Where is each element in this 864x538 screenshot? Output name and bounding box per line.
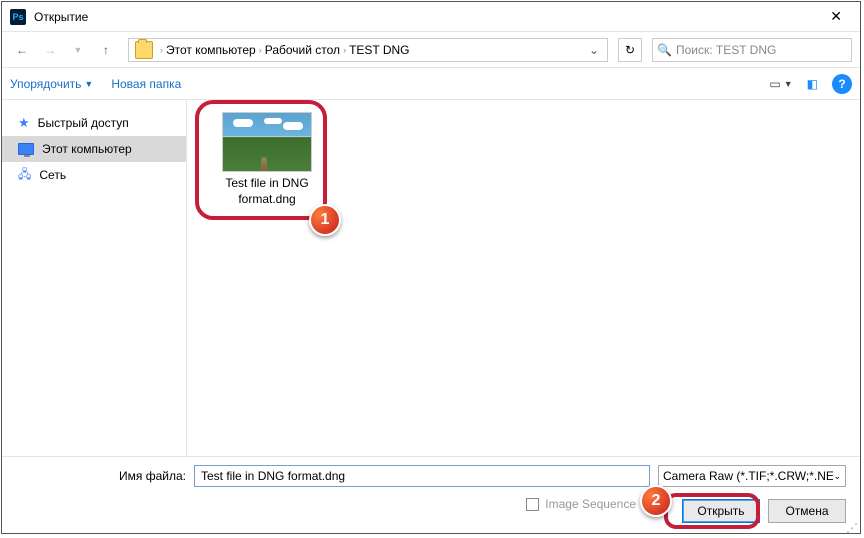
annotation-marker-2: 2: [640, 485, 672, 517]
annotation-highlight-1: [195, 100, 327, 220]
view-mode-button[interactable]: ▭▼: [769, 77, 792, 91]
open-dialog: Ps Открытие ✕ ← → ▼ ↑ › Этот компьютер ›…: [1, 1, 861, 534]
search-icon: 🔍: [657, 43, 672, 57]
network-icon: 🖧: [18, 165, 31, 186]
layout-icon: ▭: [769, 77, 780, 91]
toolbar: Упорядочить▼ Новая папка ▭▼ ◧ ?: [2, 68, 860, 100]
breadcrumb-seg-desktop[interactable]: Рабочий стол: [265, 43, 340, 57]
search-placeholder: Поиск: TEST DNG: [676, 43, 776, 57]
up-button[interactable]: ↑: [94, 38, 118, 62]
recent-dropdown[interactable]: ▼: [66, 38, 90, 62]
refresh-button[interactable]: ↻: [618, 38, 642, 62]
preview-icon: ◧: [807, 77, 818, 91]
filename-label: Имя файла:: [16, 469, 186, 483]
body: ★ Быстрый доступ Этот компьютер 🖧 Сеть T…: [2, 100, 860, 456]
footer: Имя файла: Camera Raw (*.TIF;*.CRW;*.NEF…: [2, 456, 860, 533]
sidebar: ★ Быстрый доступ Этот компьютер 🖧 Сеть: [2, 100, 187, 456]
filetype-select[interactable]: Camera Raw (*.TIF;*.CRW;*.NEF ⌄: [658, 465, 846, 487]
chevron-right-icon: ›: [343, 45, 346, 55]
folder-icon: [135, 41, 153, 59]
annotation-marker-1: 1: [309, 204, 341, 236]
annotation-highlight-2: [664, 493, 760, 529]
breadcrumb-dropdown[interactable]: ⌄: [583, 43, 605, 57]
nav-row: ← → ▼ ↑ › Этот компьютер › Рабочий стол …: [2, 32, 860, 68]
breadcrumb[interactable]: › Этот компьютер › Рабочий стол › TEST D…: [128, 38, 608, 62]
sidebar-item-quickaccess[interactable]: ★ Быстрый доступ: [2, 110, 186, 136]
help-button[interactable]: ?: [832, 74, 852, 94]
titlebar: Ps Открытие ✕: [2, 2, 860, 32]
resize-grip[interactable]: ⋰: [846, 525, 858, 531]
chevron-down-icon: ⌄: [833, 471, 841, 482]
chevron-right-icon: ›: [160, 45, 163, 55]
chevron-right-icon: ›: [259, 45, 262, 55]
chevron-down-icon: ▼: [84, 79, 93, 89]
computer-icon: [18, 143, 34, 155]
breadcrumb-seg-thispc[interactable]: Этот компьютер: [166, 43, 256, 57]
sidebar-item-network[interactable]: 🖧 Сеть: [2, 162, 186, 188]
forward-button[interactable]: →: [38, 38, 62, 62]
star-icon: ★: [18, 115, 30, 131]
back-button[interactable]: ←: [10, 38, 34, 62]
photoshop-icon: Ps: [10, 9, 26, 25]
chevron-down-icon: ▼: [784, 79, 793, 89]
preview-pane-button[interactable]: ◧: [807, 77, 818, 91]
breadcrumb-seg-folder[interactable]: TEST DNG: [349, 43, 409, 57]
sidebar-item-thispc[interactable]: Этот компьютер: [2, 136, 186, 162]
window-title: Открытие: [34, 10, 88, 24]
cancel-button[interactable]: Отмена: [768, 499, 846, 523]
filename-input[interactable]: [194, 465, 650, 487]
new-folder-button[interactable]: Новая папка: [111, 77, 181, 91]
file-pane[interactable]: Test file in DNG format.dng 1: [187, 100, 860, 456]
close-button[interactable]: ✕: [820, 4, 852, 29]
search-input[interactable]: 🔍 Поиск: TEST DNG: [652, 38, 852, 62]
filename-row: Имя файла: Camera Raw (*.TIF;*.CRW;*.NEF…: [16, 465, 846, 487]
organize-menu[interactable]: Упорядочить▼: [10, 77, 93, 91]
